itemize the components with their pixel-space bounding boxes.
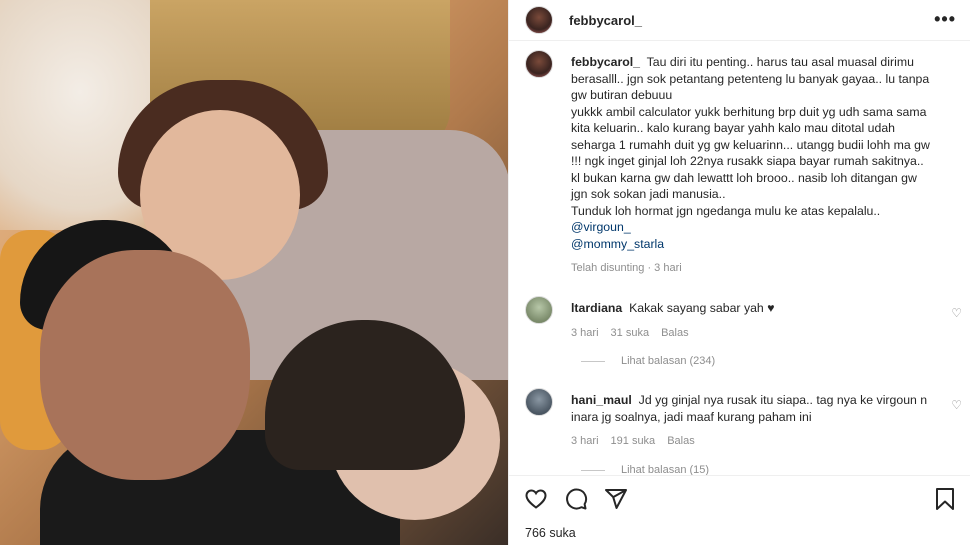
heart-icon[interactable] bbox=[523, 486, 549, 512]
edited-timestamp: Telah disunting · 3 hari bbox=[571, 262, 682, 274]
reply-button[interactable]: Balas bbox=[661, 325, 689, 342]
view-replies-button[interactable]: Lihat balasan (15) bbox=[581, 464, 709, 475]
view-replies-label: Lihat balasan (15) bbox=[621, 464, 710, 475]
likes-count[interactable]: 766 suka bbox=[525, 526, 576, 540]
view-replies-button[interactable]: Lihat balasan (234) bbox=[581, 355, 715, 367]
more-options-icon[interactable]: ••• bbox=[934, 9, 956, 30]
replies-divider bbox=[581, 469, 605, 471]
comment-username[interactable]: ltardiana bbox=[571, 301, 622, 315]
author-username[interactable]: febbycarol_ bbox=[569, 13, 642, 28]
post-photo[interactable] bbox=[0, 0, 508, 545]
comment-body: ltardiana Kakak sayang sabar yah ♥ 3 har… bbox=[571, 300, 931, 341]
comment-meta: 3 hari 31 suka Balas bbox=[571, 325, 931, 342]
mention-link[interactable]: @virgoun_ bbox=[571, 219, 931, 236]
comment-time[interactable]: 3 hari bbox=[571, 433, 599, 450]
commenter-avatar[interactable] bbox=[525, 388, 553, 416]
post-side-panel: febbycarol_ ••• febbycarol_ Tau diri itu… bbox=[508, 0, 970, 545]
action-icons bbox=[523, 486, 629, 512]
comment-icon[interactable] bbox=[563, 486, 589, 512]
post-viewer: febbycarol_ ••• febbycarol_ Tau diri itu… bbox=[0, 0, 970, 545]
comment-body: hani_maul Jd yg ginjal nya rusak itu sia… bbox=[571, 392, 931, 450]
comment-time[interactable]: 3 hari bbox=[571, 325, 599, 342]
comments-scroll-area[interactable]: febbycarol_ Tau diri itu penting.. harus… bbox=[509, 42, 970, 475]
comment-likes[interactable]: 191 suka bbox=[611, 433, 656, 450]
comment-meta: 3 hari 191 suka Balas bbox=[571, 433, 931, 450]
caption-body: febbycarol_ Tau diri itu penting.. harus… bbox=[571, 54, 931, 277]
reply-button[interactable]: Balas bbox=[667, 433, 695, 450]
post-actions-bar: 766 suka bbox=[509, 475, 970, 545]
caption-meta: Telah disunting · 3 hari bbox=[571, 260, 931, 277]
replies-divider bbox=[581, 360, 605, 362]
share-icon[interactable] bbox=[603, 486, 629, 512]
post-header: febbycarol_ ••• bbox=[509, 0, 970, 41]
comment-item: hani_maul Jd yg ginjal nya rusak itu sia… bbox=[525, 388, 955, 450]
mention-link[interactable]: @mommy_starla bbox=[571, 236, 931, 253]
comment-text: Kakak sayang sabar yah ♥ bbox=[629, 301, 775, 315]
photo-man-face bbox=[40, 250, 250, 480]
comment-username[interactable]: hani_maul bbox=[571, 393, 632, 407]
commenter-avatar[interactable] bbox=[525, 296, 553, 324]
caption: febbycarol_ Tau diri itu penting.. harus… bbox=[525, 50, 955, 277]
caption-text: Tau diri itu penting.. harus tau asal mu… bbox=[571, 55, 930, 218]
comment-heart-icon[interactable]: ♡ bbox=[951, 306, 962, 320]
view-replies-label: Lihat balasan (234) bbox=[621, 355, 716, 367]
author-avatar[interactable] bbox=[525, 6, 553, 34]
comment-likes[interactable]: 31 suka bbox=[611, 325, 650, 342]
bookmark-icon[interactable] bbox=[932, 486, 958, 512]
caption-avatar[interactable] bbox=[525, 50, 553, 78]
caption-username[interactable]: febbycarol_ bbox=[571, 55, 640, 69]
comment-heart-icon[interactable]: ♡ bbox=[951, 398, 962, 412]
comment-item: ltardiana Kakak sayang sabar yah ♥ 3 har… bbox=[525, 296, 955, 341]
